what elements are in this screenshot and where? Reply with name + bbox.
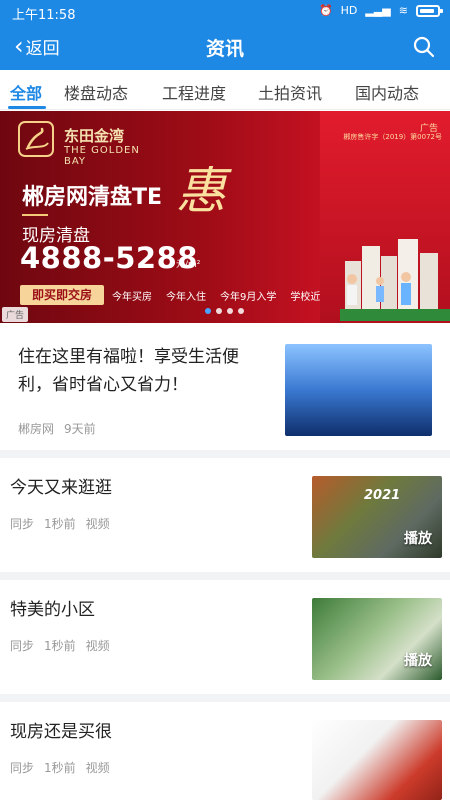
- article-title-line: 住在这里有福啦！享受生活便: [18, 347, 239, 367]
- license-text: 郴房售许字（2019）第0072号: [343, 133, 442, 141]
- article-meta: 同步 1秒前 视频: [10, 637, 110, 654]
- article-source: 同步: [10, 639, 35, 653]
- tab-active-indicator: [8, 106, 46, 109]
- page-title: 资讯: [205, 38, 244, 60]
- banner-headline: 郴房网清盘TE: [22, 185, 163, 210]
- brand-logo: 东田金湾 THE GOLDEN BAY: [18, 121, 163, 171]
- video-item[interactable]: 现房还是买很 同步 1秒前 视频: [0, 702, 450, 800]
- battery-icon: [416, 4, 443, 17]
- tab-land-auction[interactable]: 土拍资讯: [258, 80, 322, 104]
- signal-icon: ▂▃▅: [365, 4, 391, 17]
- tab-construction-progress[interactable]: 工程进度: [162, 80, 226, 104]
- banner-price: 4888-5288: [20, 241, 198, 275]
- loading-overlay: [110, 722, 180, 762]
- ad-banner[interactable]: 东田金湾 THE GOLDEN BAY 广告 郴房售许字（2019）第0072号…: [0, 111, 450, 323]
- carousel-dot-active[interactable]: [205, 308, 211, 314]
- banner-bullets: 今年买房 今年入住 今年9月入学 学校近: [112, 288, 320, 303]
- video-thumbnail: [312, 720, 442, 800]
- family-illustration: [347, 272, 411, 305]
- video-thumbnail: 2021 播放: [312, 476, 442, 558]
- article-source: 同步: [10, 517, 35, 531]
- status-bar: 上午11:58 ⏰ HD ▂▃▅ ≋: [0, 0, 450, 26]
- article-time: 1秒前: [44, 761, 76, 775]
- article-title: 特美的小区: [10, 600, 95, 620]
- tab-project-news[interactable]: 楼盘动态: [64, 80, 128, 104]
- article-title: 住在这里有福啦！享受生活便 利，省时省心又省力！: [18, 343, 278, 399]
- carousel-dot[interactable]: [227, 308, 233, 314]
- swan-logo-icon: [18, 121, 54, 157]
- nav-bar: ‹ 返回 资讯: [0, 28, 450, 68]
- brand-cn: 东田金湾: [64, 127, 125, 145]
- ad-label: 广告: [2, 307, 29, 322]
- signal-label: HD: [340, 4, 358, 17]
- article-thumbnail: [285, 344, 432, 436]
- status-time: 上午11:58: [12, 8, 76, 23]
- app-header: 上午11:58 ⏰ HD ▂▃▅ ≋ ‹ 返回 资讯: [0, 0, 450, 70]
- article-time: 9天前: [64, 422, 96, 436]
- banner-bullet: 今年9月入学: [220, 292, 277, 303]
- banner-cta-badge: 即买即交房: [20, 285, 104, 305]
- article-type: 视频: [85, 517, 110, 531]
- banner-bullet: 今年买房: [112, 292, 152, 303]
- thumbnail-year: 2021: [364, 488, 401, 503]
- carousel-dot[interactable]: [216, 308, 222, 314]
- article-source: 同步: [10, 761, 35, 775]
- tab-all[interactable]: 全部: [10, 80, 42, 104]
- banner-bullet: 今年入住: [166, 292, 206, 303]
- wifi-icon: ≋: [398, 4, 408, 17]
- carousel-dot[interactable]: [238, 308, 244, 314]
- article-meta: 郴房网 9天前: [18, 420, 96, 437]
- brand-en: THE GOLDEN BAY: [64, 145, 140, 167]
- tab-domestic-news[interactable]: 国内动态: [355, 80, 419, 104]
- article-title: 今天又来逛逛: [10, 478, 112, 498]
- article-type: 视频: [85, 761, 110, 775]
- article-title: 现房还是买很: [10, 722, 112, 742]
- play-label[interactable]: 播放: [404, 528, 432, 548]
- article-time: 1秒前: [44, 639, 76, 653]
- video-thumbnail: 播放: [312, 598, 442, 680]
- tab-bar: 全部 楼盘动态 工程进度 土拍资讯 国内动态: [0, 70, 450, 110]
- article-source: 郴房网: [18, 422, 55, 436]
- article-item[interactable]: 住在这里有福啦！享受生活便 利，省时省心又省力！ 郴房网 9天前: [0, 323, 450, 458]
- article-meta: 同步 1秒前 视频: [10, 515, 110, 532]
- article-type: 视频: [85, 639, 110, 653]
- search-icon[interactable]: [412, 35, 436, 59]
- banner-bullet: 学校近: [290, 292, 321, 303]
- gold-divider: [22, 214, 48, 216]
- video-item[interactable]: 特美的小区 同步 1秒前 视频 播放: [0, 580, 450, 702]
- banner-hui-character: 惠: [176, 162, 226, 220]
- article-title-line: 利，省时省心又省力！: [18, 375, 188, 395]
- status-icons: ⏰ HD ▂▃▅ ≋: [318, 4, 443, 17]
- video-item[interactable]: 今天又来逛逛 同步 1秒前 视频 2021 播放: [0, 458, 450, 580]
- banner-price-unit: 元/m²: [176, 260, 201, 270]
- article-time: 1秒前: [44, 517, 76, 531]
- carousel-dots: [205, 308, 244, 314]
- article-meta: 同步 1秒前 视频: [10, 759, 110, 776]
- play-label[interactable]: 播放: [404, 650, 432, 670]
- alarm-icon: ⏰: [318, 4, 333, 17]
